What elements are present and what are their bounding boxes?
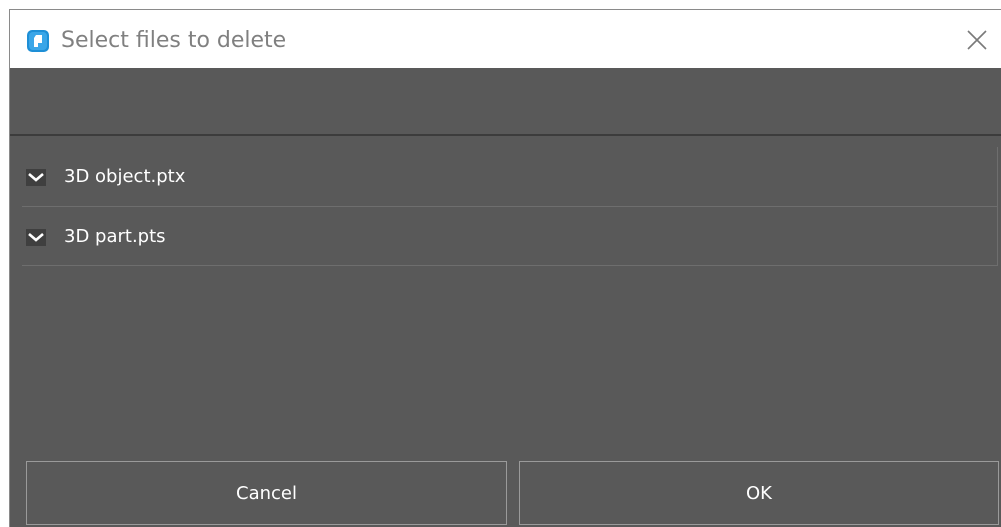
check-icon bbox=[28, 173, 44, 182]
file-name: 3D part.pts bbox=[64, 226, 166, 247]
file-list: 3D object.ptx 3D part.pts bbox=[22, 147, 998, 266]
close-icon[interactable] bbox=[961, 24, 993, 56]
list-item[interactable]: 3D part.pts bbox=[22, 207, 998, 266]
title-bar: Select files to delete bbox=[10, 10, 1001, 68]
row-divider bbox=[997, 147, 998, 206]
ok-button[interactable]: OK bbox=[519, 461, 999, 525]
file-checkbox[interactable] bbox=[26, 229, 46, 246]
check-icon bbox=[28, 233, 44, 242]
header-strip bbox=[10, 68, 1001, 136]
list-item[interactable]: 3D object.ptx bbox=[22, 147, 998, 207]
dialog-title: Select files to delete bbox=[61, 28, 287, 53]
file-name: 3D object.ptx bbox=[64, 166, 186, 187]
row-divider bbox=[997, 207, 998, 265]
app-icon bbox=[26, 29, 50, 53]
cancel-button[interactable]: Cancel bbox=[26, 461, 507, 525]
dialog-window: Select files to delete 3D object.ptx 3D … bbox=[9, 9, 1001, 527]
file-checkbox[interactable] bbox=[26, 169, 46, 186]
